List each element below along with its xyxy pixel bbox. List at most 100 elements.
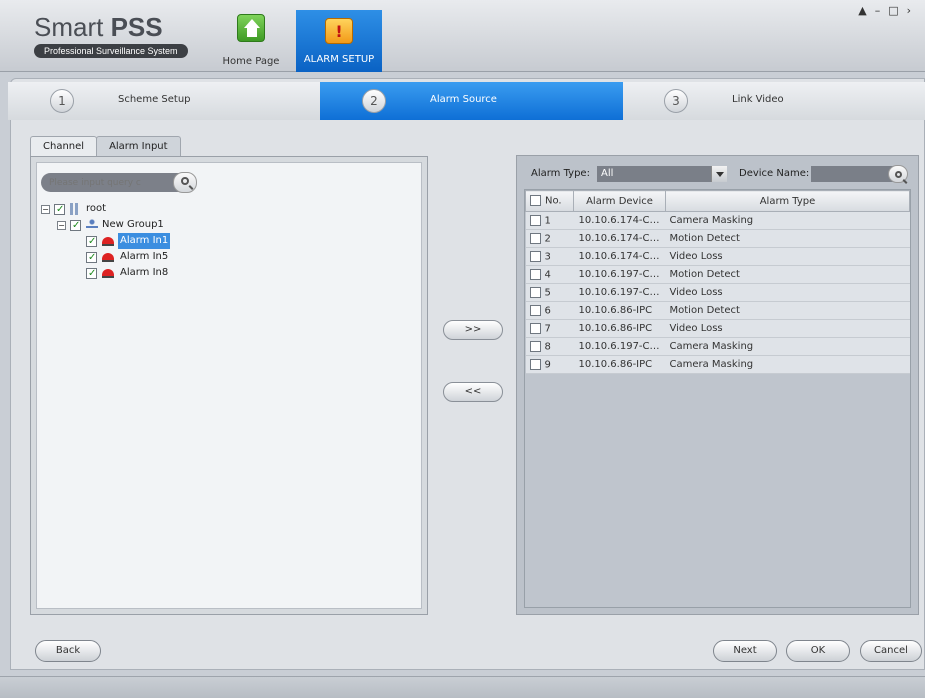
alarm-checkbox[interactable]	[86, 250, 97, 266]
row-number: 3	[525, 247, 574, 266]
tree-label: Alarm In8	[120, 267, 169, 278]
alarm-source-table: No. Alarm Device Alarm Type 1 10.10.6.174…	[524, 189, 911, 608]
search-button[interactable]	[173, 172, 197, 193]
alarm-type-cell: Video Loss	[665, 283, 910, 302]
home-icon	[237, 14, 265, 42]
table-row[interactable]: 1 10.10.6.174-CA... Camera Masking	[525, 211, 910, 230]
alarm-input-icon	[102, 237, 114, 246]
row-checkbox[interactable]	[529, 358, 541, 370]
alarm-setup-tab[interactable]: ! ALARM SETUP	[296, 10, 382, 72]
alarm-device-cell: 10.10.6.174-CA...	[573, 247, 666, 266]
building-icon	[70, 203, 82, 215]
alarm-type-select[interactable]: All	[597, 166, 727, 182]
wizard-steps: 1 Scheme Setup 2 Alarm Source 3 Link Vid…	[8, 82, 925, 120]
step-number: 3	[664, 89, 688, 113]
step-alarm-source[interactable]: 2 Alarm Source	[320, 82, 623, 120]
collapse-icon[interactable]: −	[57, 221, 66, 230]
alarm-input-icon	[102, 253, 114, 262]
header-no[interactable]: No.	[525, 190, 574, 212]
table-row[interactable]: 3 10.10.6.174-CA... Video Loss	[525, 247, 910, 266]
row-number: 5	[525, 283, 574, 302]
search-icon	[894, 171, 902, 178]
tree-label: New Group1	[102, 219, 164, 230]
step-label: Scheme Setup	[118, 94, 191, 105]
alarm-device-cell: 10.10.6.174-CA...	[573, 211, 666, 230]
table-row[interactable]: 9 10.10.6.86-IPC Camera Masking	[525, 355, 910, 374]
table-row[interactable]: 2 10.10.6.174-CA... Motion Detect	[525, 229, 910, 248]
add-button[interactable]: >>	[443, 320, 503, 340]
header-alarm-device[interactable]: Alarm Device	[573, 190, 666, 212]
row-checkbox[interactable]	[529, 232, 541, 244]
back-button[interactable]: Back	[35, 640, 101, 662]
tab-channel[interactable]: Channel	[30, 136, 98, 156]
tree-label: Alarm In1	[118, 233, 171, 249]
app-header: Smart PSS Professional Surveillance Syst…	[0, 0, 925, 72]
next-button[interactable]: Next	[713, 640, 777, 662]
cancel-button[interactable]: Cancel	[860, 640, 922, 662]
lock-icon[interactable]: ▲	[858, 4, 874, 17]
table-row[interactable]: 5 10.10.6.197-CA... Video Loss	[525, 283, 910, 302]
alarm-type-cell: Camera Masking	[665, 211, 910, 230]
remove-button[interactable]: <<	[443, 382, 503, 402]
step-link-video[interactable]: 3 Link Video	[622, 82, 925, 120]
alarm-type-cell: Camera Masking	[665, 337, 910, 356]
header-alarm-type[interactable]: Alarm Type	[665, 190, 910, 212]
row-checkbox[interactable]	[529, 250, 541, 262]
row-number: 7	[525, 319, 574, 338]
alarm-type-cell: Camera Masking	[665, 355, 910, 374]
device-name-input[interactable]	[811, 165, 908, 183]
step-label: Alarm Source	[430, 94, 497, 105]
alarm-type-cell: Video Loss	[665, 247, 910, 266]
status-bar	[0, 676, 925, 698]
search-icon	[181, 177, 189, 185]
select-all-checkbox[interactable]	[530, 195, 541, 207]
row-checkbox[interactable]	[529, 286, 541, 298]
step-scheme-setup[interactable]: 1 Scheme Setup	[8, 82, 311, 120]
window-controls: ▲–□›	[858, 4, 919, 17]
alarm-checkbox[interactable]	[86, 234, 97, 250]
table-row[interactable]: 8 10.10.6.197-CA... Camera Masking	[525, 337, 910, 356]
row-checkbox[interactable]	[529, 304, 541, 316]
group-checkbox[interactable]	[70, 218, 81, 234]
home-page-button[interactable]: Home Page	[214, 12, 288, 68]
row-number: 1	[525, 211, 574, 230]
alarm-type-cell: Motion Detect	[665, 301, 910, 320]
alarm-input-icon	[102, 269, 114, 278]
row-checkbox[interactable]	[529, 340, 541, 352]
minimize-icon[interactable]: –	[875, 4, 889, 17]
alarm-type-cell: Motion Detect	[665, 229, 910, 248]
alarm-source-panel: Alarm Type: All Device Name: No. Alarm D…	[516, 155, 919, 615]
chevron-down-icon[interactable]	[711, 166, 727, 182]
step-number: 2	[362, 89, 386, 113]
ok-button[interactable]: OK	[786, 640, 850, 662]
row-number: 2	[525, 229, 574, 248]
device-search-button[interactable]	[888, 165, 908, 183]
row-checkbox[interactable]	[529, 322, 541, 334]
step-number: 1	[50, 89, 74, 113]
tab-alarm-input[interactable]: Alarm Input	[96, 136, 181, 156]
app-logo: Smart PSS Professional Surveillance Syst…	[34, 14, 188, 58]
row-number: 9	[525, 355, 574, 374]
search-field	[41, 172, 197, 193]
row-number: 4	[525, 265, 574, 284]
group-icon	[86, 219, 98, 231]
alarm-type-cell: Motion Detect	[665, 265, 910, 284]
alarm-device-cell: 10.10.6.197-CA...	[573, 265, 666, 284]
collapse-icon[interactable]: −	[41, 205, 50, 214]
home-page-label: Home Page	[222, 56, 280, 67]
alarm-checkbox[interactable]	[86, 266, 97, 282]
alarm-device-cell: 10.10.6.86-IPC	[573, 319, 666, 338]
row-checkbox[interactable]	[529, 214, 541, 226]
root-checkbox[interactable]	[54, 202, 65, 218]
table-row[interactable]: 4 10.10.6.197-CA... Motion Detect	[525, 265, 910, 284]
search-input[interactable]	[49, 175, 159, 190]
close-icon[interactable]: ›	[907, 4, 919, 17]
table-row[interactable]: 6 10.10.6.86-IPC Motion Detect	[525, 301, 910, 320]
row-number: 6	[525, 301, 574, 320]
alarm-warning-icon: !	[325, 18, 353, 44]
alarm-device-cell: 10.10.6.174-CA...	[573, 229, 666, 248]
table-header-row: No. Alarm Device Alarm Type	[525, 190, 910, 212]
table-row[interactable]: 7 10.10.6.86-IPC Video Loss	[525, 319, 910, 338]
maximize-icon[interactable]: □	[888, 4, 906, 17]
row-checkbox[interactable]	[529, 268, 541, 280]
